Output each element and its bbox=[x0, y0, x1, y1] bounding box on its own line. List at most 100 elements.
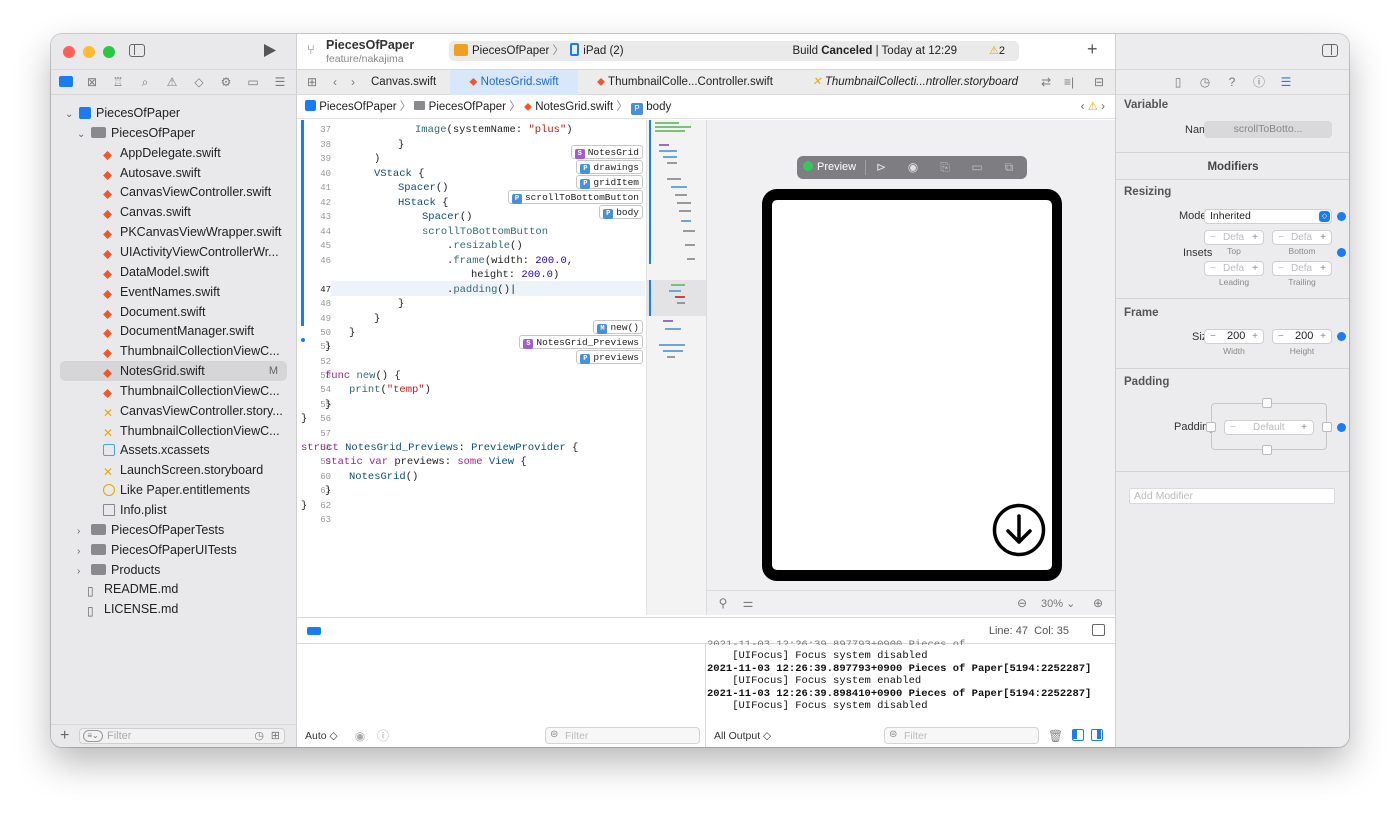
width-stepper[interactable]: −200 + bbox=[1204, 329, 1264, 344]
sidebar-file-row[interactable]: ⬥ Autosave.swift bbox=[51, 163, 297, 183]
padding-stepper[interactable]: − Default + bbox=[1224, 420, 1314, 435]
sidebar-group-row[interactable]: ⌄ PiecesOfPaper bbox=[51, 123, 297, 143]
symbol-tag-previews[interactable]: Ppreviews bbox=[576, 350, 643, 364]
sidebar-file-row[interactable]: ⬥ CanvasViewController.swift bbox=[51, 182, 297, 202]
symbol-tag-drawings[interactable]: Pdrawings bbox=[576, 160, 643, 174]
symbol-navigator-icon[interactable]: ♖ bbox=[111, 75, 125, 89]
issue-navigator-icon[interactable]: ⚠ bbox=[165, 75, 179, 89]
sidebar-file-row[interactable]: ✕ LaunchScreen.storyboard bbox=[51, 460, 297, 480]
add-file-icon[interactable]: + bbox=[60, 727, 69, 745]
height-stepper[interactable]: −200 + bbox=[1272, 329, 1332, 344]
identity-inspector-icon[interactable]: ⓘ bbox=[1252, 75, 1266, 89]
sidebar-file-row[interactable]: ⬥ ThumbnailCollectionViewC... bbox=[51, 381, 297, 401]
sidebar-file-row[interactable]: ⬥ AppDelegate.swift bbox=[51, 143, 297, 163]
scheme-selector[interactable]: PiecesOfPaper 〉 iPad (2) bbox=[454, 43, 624, 59]
modified-files-icon[interactable]: ⊞ bbox=[271, 729, 280, 742]
zoom-out-icon[interactable]: ⊖ bbox=[1015, 596, 1029, 610]
sidebar-file-row[interactable]: ⬥ PKCanvasViewWrapper.swift bbox=[51, 222, 297, 242]
tab-notesgrid-swift[interactable]: ⬥ NotesGrid.swift bbox=[450, 70, 578, 95]
inset-top-stepper[interactable]: − Defa + bbox=[1204, 230, 1264, 245]
minimize-window-button[interactable] bbox=[83, 46, 95, 58]
navigator-filter-field[interactable]: ≡⌄ Filter ◷ ⊞ bbox=[79, 728, 285, 744]
duplicate-preview-icon[interactable]: ⎘ bbox=[937, 160, 953, 174]
recent-files-icon[interactable]: ◷ bbox=[254, 729, 264, 742]
device-settings-icon[interactable]: ▭ bbox=[969, 160, 985, 174]
live-preview-icon[interactable]: ⊳ bbox=[873, 160, 889, 174]
zoom-window-button[interactable] bbox=[103, 46, 115, 58]
sidebar-file-row[interactable]: ⬥ DocumentManager.swift bbox=[51, 321, 297, 341]
padding-bottom-checkbox[interactable] bbox=[1262, 445, 1272, 455]
variables-filter-field[interactable]: ⊜ Filter bbox=[545, 727, 700, 744]
tab-thumbnail-controller[interactable]: ⬥ ThumbnailColle...Controller.swift bbox=[597, 70, 797, 95]
add-library-icon[interactable]: + bbox=[1087, 39, 1098, 60]
zoom-level[interactable]: 30% ⌄ bbox=[1041, 597, 1075, 610]
sidebar-group-row[interactable]: › Products bbox=[51, 560, 297, 580]
symbol-tag-griditem[interactable]: PgridItem bbox=[576, 175, 643, 189]
sidebar-group-row[interactable]: › PiecesOfPaperUITests bbox=[51, 540, 297, 560]
disclosure-chevron-icon[interactable]: › bbox=[77, 522, 87, 540]
breadcrumb-group[interactable]: PiecesOfPaper bbox=[429, 101, 506, 113]
find-navigator-icon[interactable]: ⌕ bbox=[138, 75, 152, 89]
symbol-tag-new[interactable]: Mnew() bbox=[593, 320, 643, 334]
symbol-tag-scrolltobottombutton[interactable]: PscrollToBottomButton bbox=[507, 190, 643, 204]
preview-mode-button[interactable]: Preview bbox=[803, 159, 856, 176]
project-navigator-icon[interactable] bbox=[59, 76, 73, 87]
file-inspector-icon[interactable]: ▯ bbox=[1171, 75, 1185, 89]
padding-trailing-checkbox[interactable] bbox=[1322, 422, 1332, 432]
source-control-icon[interactable]: ⊠ bbox=[85, 75, 99, 89]
filter-options-icon[interactable]: ≡⌄ bbox=[83, 730, 103, 742]
disclosure-chevron-icon[interactable]: › bbox=[77, 542, 87, 560]
editor-options-icon[interactable]: ≡| bbox=[1061, 75, 1077, 89]
swap-editor-icon[interactable]: ⇄ bbox=[1039, 75, 1053, 89]
warning-badge[interactable]: ⚠2 bbox=[989, 43, 1005, 59]
sidebar-file-row[interactable]: ⬥ DataModel.swift bbox=[51, 262, 297, 282]
debug-navigator-icon[interactable]: ⚙ bbox=[219, 75, 233, 89]
debug-area-toggle[interactable] bbox=[307, 627, 321, 635]
sidebar-file-row[interactable]: Like Paper.entitlements bbox=[51, 480, 297, 500]
arrow-down-circle-icon[interactable] bbox=[991, 502, 1047, 558]
sidebar-file-row[interactable]: ✕ CanvasViewController.story... bbox=[51, 401, 297, 421]
variables-scope-select[interactable]: Auto ◇ bbox=[305, 730, 338, 742]
help-inspector-icon[interactable]: ? bbox=[1225, 75, 1239, 89]
breadcrumb-project[interactable]: PiecesOfPaper bbox=[319, 101, 396, 113]
symbol-tag-notesgrid-previews[interactable]: S NotesGrid_Previews bbox=[519, 335, 643, 349]
back-chevron-icon[interactable]: ‹ bbox=[330, 75, 340, 89]
inset-bottom-stepper[interactable]: − Defa + bbox=[1272, 230, 1332, 245]
pin-icon[interactable]: ⚲ bbox=[716, 596, 730, 610]
disclosure-chevron-icon[interactable]: ⌄ bbox=[65, 105, 75, 123]
breakpoint-navigator-icon[interactable]: ▭ bbox=[246, 75, 260, 89]
inset-leading-stepper[interactable]: − Defa + bbox=[1204, 261, 1264, 276]
hide-debug-area-icon[interactable] bbox=[1092, 624, 1105, 636]
sidebar-file-row[interactable]: ⬥ UIActivityViewControllerWr... bbox=[51, 242, 297, 262]
show-console-icon[interactable] bbox=[1091, 729, 1103, 741]
sidebar-file-row[interactable]: ⬥ Canvas.swift bbox=[51, 202, 297, 222]
test-navigator-icon[interactable]: ◇ bbox=[192, 75, 206, 89]
history-inspector-icon[interactable]: ◷ bbox=[1198, 75, 1212, 89]
sidebar-group-row[interactable]: ⌄ PiecesOfPaper bbox=[51, 103, 297, 123]
related-items-icon[interactable]: ⊞ bbox=[305, 75, 319, 89]
trash-icon[interactable]: 🗑 bbox=[1048, 729, 1063, 743]
sidebar-file-row[interactable]: Info.plist bbox=[51, 500, 297, 520]
source-editor[interactable]: 37 38 39 40 41 42 43 44 45 46 47 48 49 50 51 52 53 54 55 56… bbox=[297, 120, 645, 615]
sidebar-file-row[interactable]: ⬥ Document.swift bbox=[51, 302, 297, 322]
issue-nav-icon[interactable]: ‹ ⚠ › bbox=[1081, 95, 1105, 119]
device-name[interactable]: iPad (2) bbox=[583, 45, 623, 57]
console-filter-field[interactable]: ⊜ Filter bbox=[884, 727, 1039, 744]
inset-trailing-stepper[interactable]: − Defa + bbox=[1272, 261, 1332, 276]
output-select[interactable]: All Output ◇ bbox=[714, 730, 771, 742]
symbol-tag-notesgrid[interactable]: S NotesGrid bbox=[570, 145, 643, 159]
run-button[interactable] bbox=[263, 43, 277, 58]
mode-select[interactable]: Inherited ◇ bbox=[1204, 209, 1332, 224]
toggle-inspector-icon[interactable] bbox=[1322, 44, 1338, 57]
sidebar-file-row[interactable]: ▯ README.md bbox=[51, 579, 297, 599]
zoom-in-icon[interactable]: ⊕ bbox=[1091, 596, 1105, 610]
report-navigator-icon[interactable]: ☰ bbox=[273, 75, 287, 89]
sidebar-file-row[interactable]: Assets.xcassets bbox=[51, 440, 297, 460]
show-variables-icon[interactable] bbox=[1072, 729, 1084, 741]
toggle-navigator-icon[interactable] bbox=[129, 44, 145, 57]
pin-preview-icon[interactable]: ⧉ bbox=[1001, 160, 1017, 174]
attributes-inspector-icon[interactable]: ☰ bbox=[1279, 75, 1293, 89]
sidebar-file-row[interactable]: ✕ ThumbnailCollectionViewC... bbox=[51, 421, 297, 441]
padding-top-checkbox[interactable] bbox=[1262, 398, 1272, 408]
breadcrumb-file[interactable]: NotesGrid.swift bbox=[535, 101, 613, 113]
